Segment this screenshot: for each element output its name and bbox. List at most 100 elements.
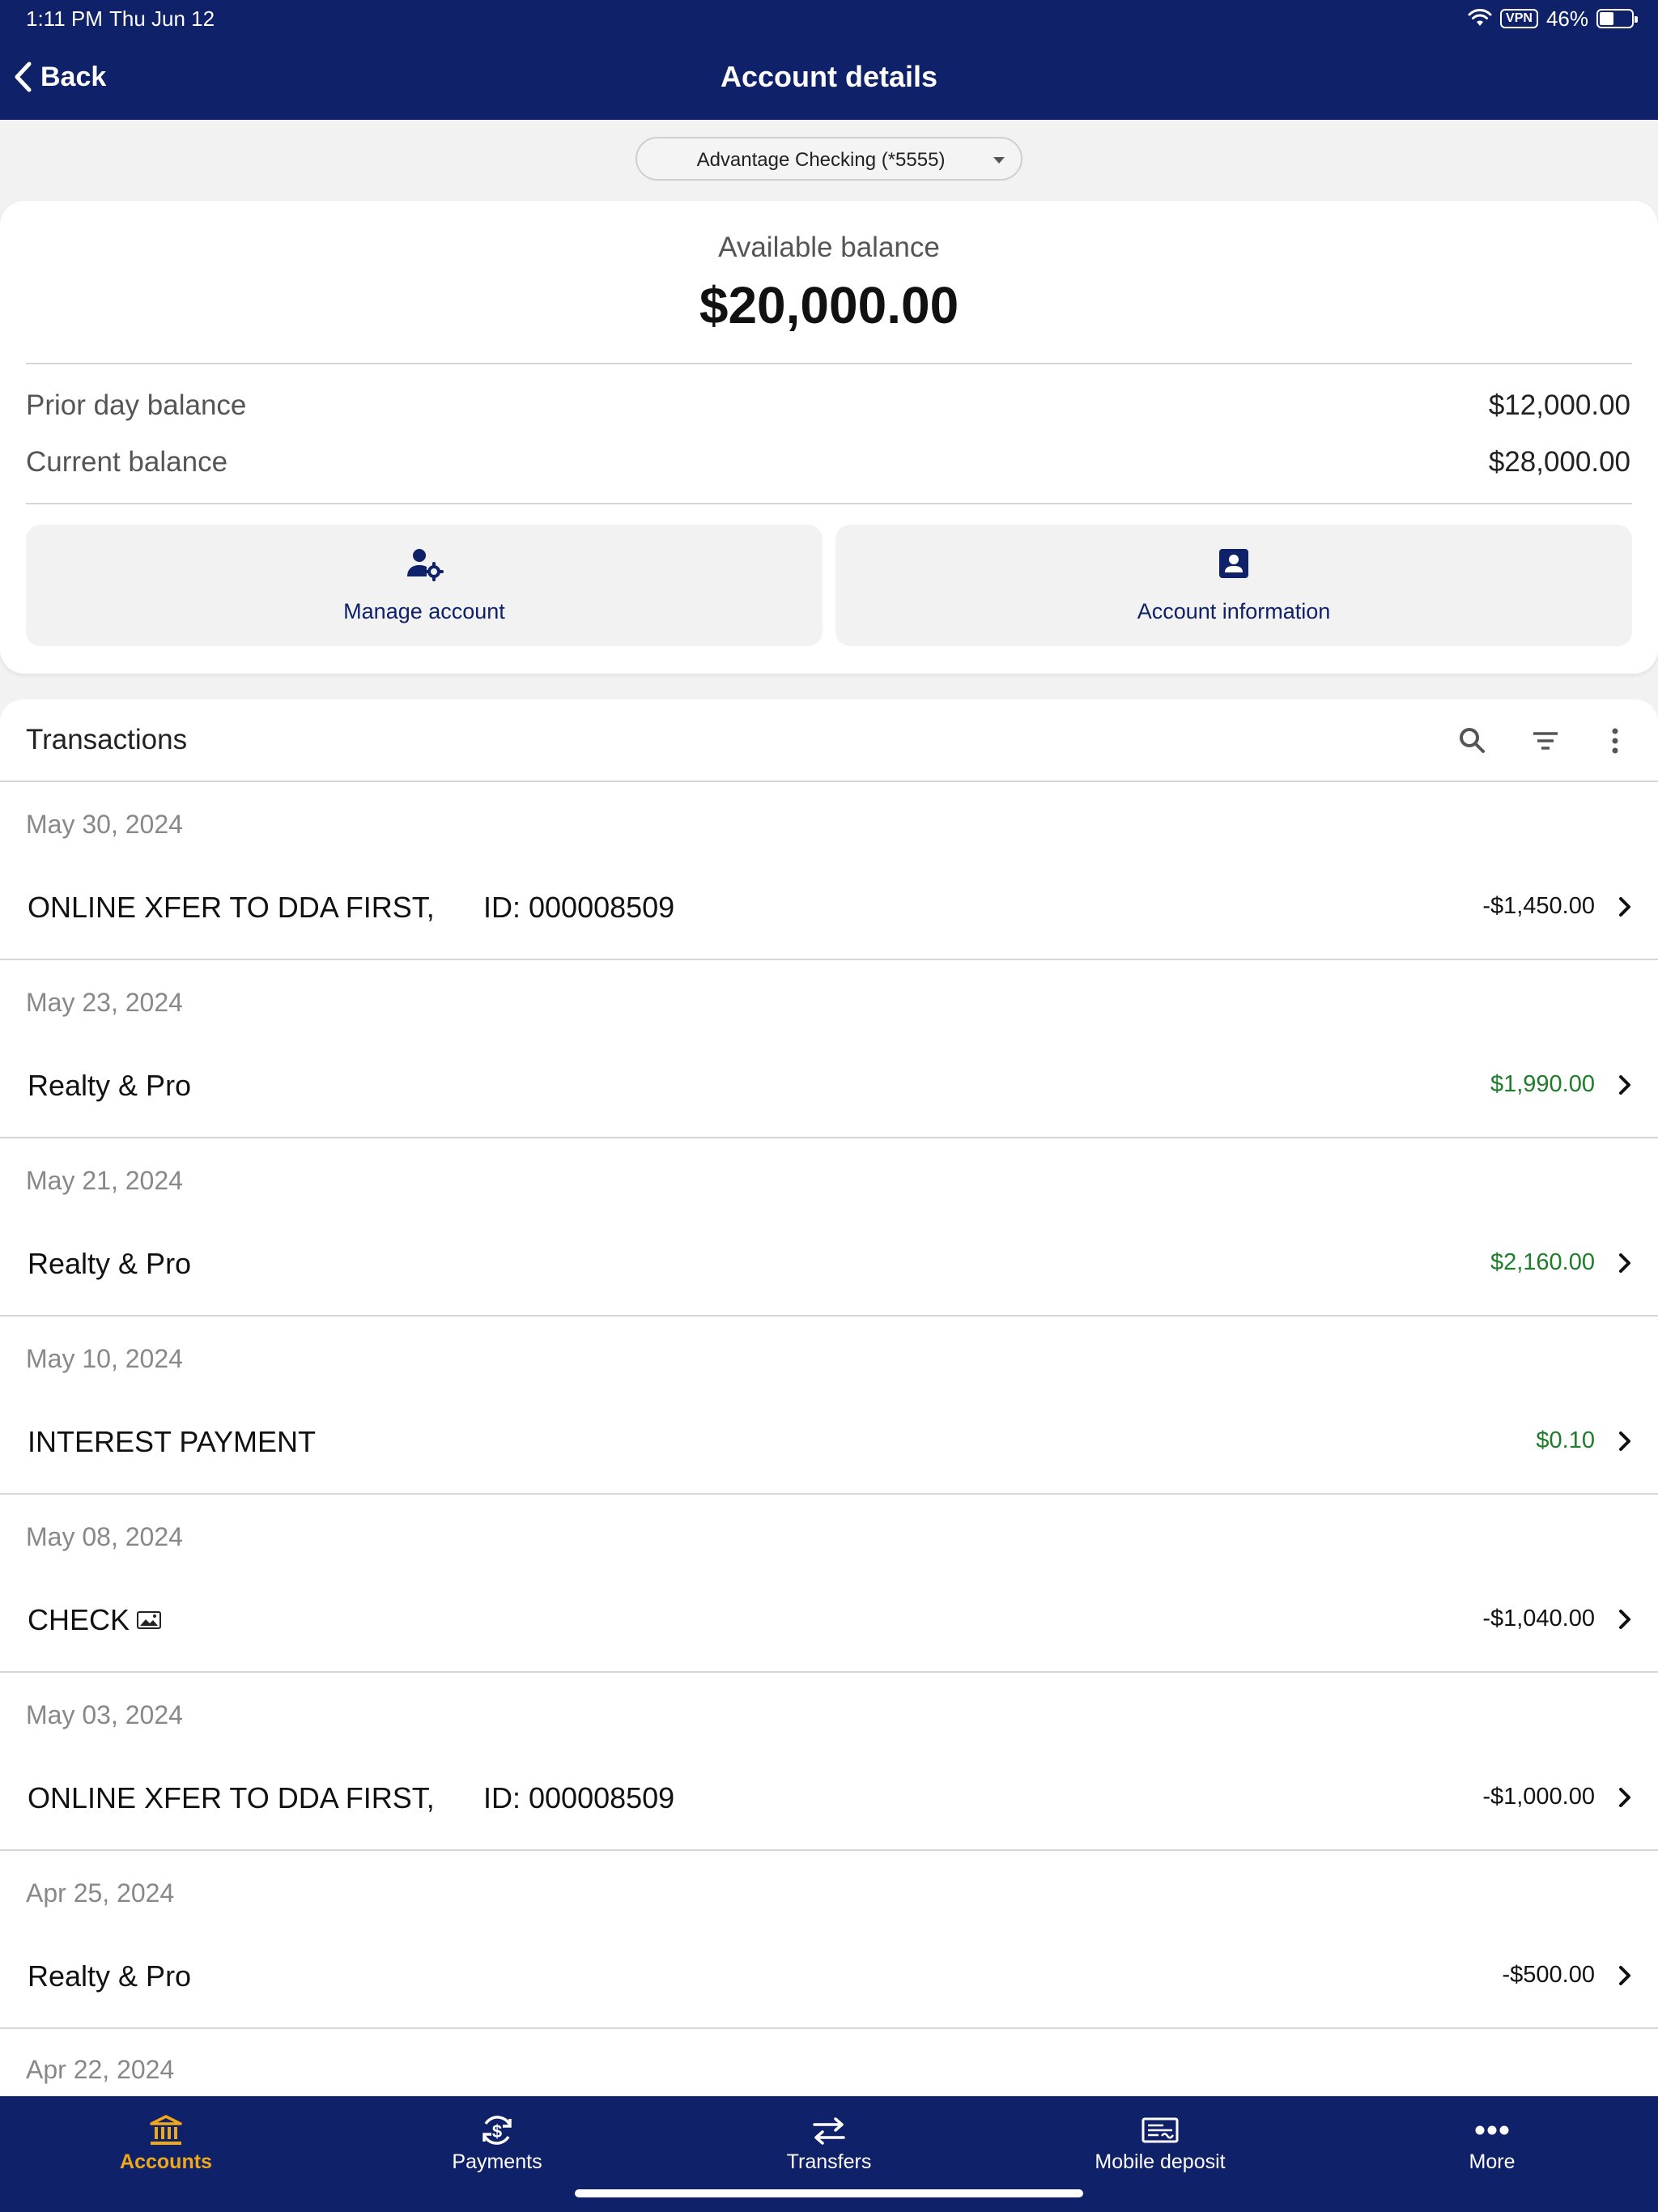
current-balance-label: Current balance: [26, 446, 228, 478]
bank-icon: [150, 2115, 182, 2145]
payments-icon: $: [483, 2116, 512, 2145]
chevron-right-icon: [1619, 1788, 1630, 1807]
divider: [26, 503, 1632, 504]
transaction-amount: -$1,040.00: [1482, 1606, 1595, 1631]
available-balance-label: Available balance: [718, 232, 940, 263]
transaction-group: May 21, 2024 Realty & Pro $2,160.00: [0, 1138, 1658, 1317]
transaction-amount: -$1,000.00: [1482, 1784, 1595, 1810]
transaction-row[interactable]: ONLINE XFER TO DDA FIRST, ID: 000008509 -$…: [0, 1746, 1658, 1849]
current-balance-value: $28,000.00: [1488, 446, 1630, 478]
status-time: 1:11 PM: [26, 6, 103, 31]
home-indicator: [575, 2189, 1083, 2197]
available-balance-value: $20,000.00: [699, 276, 959, 334]
transaction-description: INTEREST PAYMENT: [28, 1425, 316, 1459]
prior-day-balance-label: Prior day balance: [26, 389, 247, 421]
check-deposit-icon: [1141, 2117, 1179, 2143]
status-indicators: VPN 46%: [1468, 6, 1638, 31]
tab-more[interactable]: More: [1326, 2096, 1658, 2185]
tab-label: More: [1469, 2150, 1516, 2173]
transaction-group: May 23, 2024 Realty & Pro $1,990.00: [0, 960, 1658, 1138]
transaction-description: CHECK: [28, 1603, 162, 1637]
transactions-header: Transactions: [0, 700, 1658, 782]
transaction-description-text: Realty & Pro: [28, 1247, 192, 1280]
search-icon[interactable]: [1452, 721, 1493, 761]
transaction-description: Realty & Pro: [28, 1247, 191, 1281]
tab-mobile-deposit[interactable]: Mobile deposit: [994, 2096, 1326, 2185]
transaction-description: Realty & Pro: [28, 1069, 191, 1103]
balance-card: Available balance $20,000.00 Prior day b…: [0, 201, 1658, 674]
battery-percent: 46%: [1545, 6, 1588, 31]
transaction-group: May 10, 2024 INTEREST PAYMENT $0.10: [0, 1317, 1658, 1495]
user-settings-icon: [407, 549, 444, 581]
transaction-amount: $1,990.00: [1490, 1071, 1595, 1097]
manage-account-button[interactable]: Manage account: [26, 525, 823, 646]
transaction-date: May 23, 2024: [26, 988, 183, 1017]
caret-down-icon: [993, 157, 1005, 164]
tab-payments[interactable]: $ Payments: [331, 2096, 663, 2185]
status-bar: 1:11 PM Thu Jun 12 VPN 46%: [0, 0, 1658, 37]
battery-icon: [1596, 9, 1638, 28]
wifi-icon: [1468, 9, 1492, 26]
transaction-row[interactable]: INTEREST PAYMENT $0.10: [0, 1389, 1658, 1493]
transaction-group: May 03, 2024 ONLINE XFER TO DDA FIRST, ID:…: [0, 1673, 1658, 1851]
account-selector[interactable]: Advantage Checking (*5555): [636, 137, 1022, 181]
transaction-description: ONLINE XFER TO DDA FIRST,: [28, 1781, 435, 1815]
transaction-row[interactable]: Realty & Pro $1,990.00: [0, 1033, 1658, 1137]
transaction-description-text: ONLINE XFER TO DDA FIRST,: [28, 1781, 435, 1814]
chevron-right-icon: [1619, 1966, 1630, 1985]
account-box-icon: [1219, 549, 1248, 578]
account-information-button[interactable]: Account information: [835, 525, 1632, 646]
account-selector-label: Advantage Checking (*5555): [696, 149, 946, 171]
transaction-amount: -$1,450.00: [1482, 893, 1595, 919]
more-icon: [1475, 2125, 1509, 2135]
chevron-right-icon: [1619, 897, 1630, 917]
transaction-date: May 08, 2024: [26, 1522, 183, 1551]
transaction-date: May 10, 2024: [26, 1344, 183, 1373]
tab-accounts[interactable]: Accounts: [0, 2096, 332, 2185]
chevron-right-icon: [1619, 1253, 1630, 1273]
transaction-row[interactable]: Realty & Pro -$500.00: [0, 1924, 1658, 2027]
transaction-description-text: CHECK: [28, 1603, 130, 1636]
transaction-date: May 30, 2024: [26, 810, 183, 839]
transaction-date: May 03, 2024: [26, 1700, 183, 1729]
more-vertical-icon[interactable]: [1595, 721, 1635, 761]
transaction-amount: $0.10: [1536, 1427, 1595, 1453]
chevron-right-icon: [1619, 1075, 1630, 1095]
tab-transfers[interactable]: Transfers: [663, 2096, 995, 2185]
manage-account-label: Manage account: [343, 599, 505, 623]
transaction-id: ID: 000008509: [483, 891, 675, 924]
svg-text:$: $: [492, 2121, 502, 2142]
transaction-group: May 30, 2024 ONLINE XFER TO DDA FIRST, ID:…: [0, 782, 1658, 960]
vpn-badge: VPN: [1500, 9, 1538, 28]
tab-label: Mobile deposit: [1095, 2150, 1226, 2173]
transactions-title: Transactions: [26, 724, 188, 755]
tab-label: Transfers: [786, 2150, 872, 2173]
transaction-date: Apr 25, 2024: [26, 1878, 175, 1908]
transaction-row[interactable]: CHECK -$1,040.00: [0, 1568, 1658, 1671]
bottom-tab-bar: Accounts $ Payments Transfers Mobile dep…: [0, 2096, 1658, 2212]
filter-icon[interactable]: [1525, 721, 1566, 761]
image-icon[interactable]: [136, 1609, 162, 1631]
transaction-row[interactable]: ONLINE XFER TO DDA FIRST, ID: 000008509 -$…: [0, 855, 1658, 959]
transaction-description-text: INTEREST PAYMENT: [28, 1425, 317, 1458]
divider: [26, 363, 1632, 364]
transactions-panel: Transactions May 30, 2024 ONLINE XFER TO …: [0, 700, 1658, 2096]
transaction-amount: -$500.00: [1502, 1962, 1596, 1988]
transaction-amount: $2,160.00: [1490, 1249, 1595, 1275]
transaction-description-text: Realty & Pro: [28, 1069, 192, 1102]
chevron-right-icon: [1619, 1610, 1630, 1629]
page-title: Account details: [720, 60, 938, 93]
chevron-right-icon: [1619, 1431, 1630, 1451]
transaction-group: Apr 25, 2024 Realty & Pro -$500.00: [0, 1851, 1658, 2029]
tab-label: Accounts: [120, 2150, 212, 2173]
transaction-description-text: Realty & Pro: [28, 1959, 192, 1993]
transaction-row[interactable]: Realty & Pro $2,160.00: [0, 1211, 1658, 1315]
account-information-label: Account information: [1137, 599, 1331, 623]
transaction-description: ONLINE XFER TO DDA FIRST,: [28, 891, 435, 925]
app-header: 1:11 PM Thu Jun 12 VPN 46% Back Account …: [0, 0, 1658, 120]
transaction-id: ID: 000008509: [483, 1781, 675, 1814]
prior-day-balance-value: $12,000.00: [1488, 389, 1630, 421]
transaction-description: Realty & Pro: [28, 1959, 191, 1993]
transaction-description-text: ONLINE XFER TO DDA FIRST,: [28, 891, 435, 924]
status-date: Thu Jun 12: [109, 6, 215, 31]
